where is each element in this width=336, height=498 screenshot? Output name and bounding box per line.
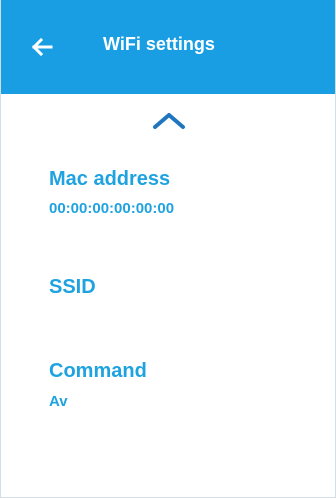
page-title: WiFi settings <box>103 34 215 54</box>
ssid-label: SSID <box>49 276 96 298</box>
header-bar: WiFi settings <box>1 0 335 94</box>
back-button[interactable] <box>29 32 59 62</box>
command-label: Command <box>49 360 147 382</box>
wifi-settings-screen: WiFi settings Mac address 00:00:00:00:00… <box>0 0 336 498</box>
command-value: Av <box>49 393 68 410</box>
collapse-button[interactable] <box>149 110 189 132</box>
mac-address-value: 00:00:00:00:00:00 <box>49 200 175 217</box>
arrow-left-icon <box>31 37 53 57</box>
mac-address-label: Mac address <box>49 168 171 190</box>
chevron-up-icon <box>153 113 185 129</box>
